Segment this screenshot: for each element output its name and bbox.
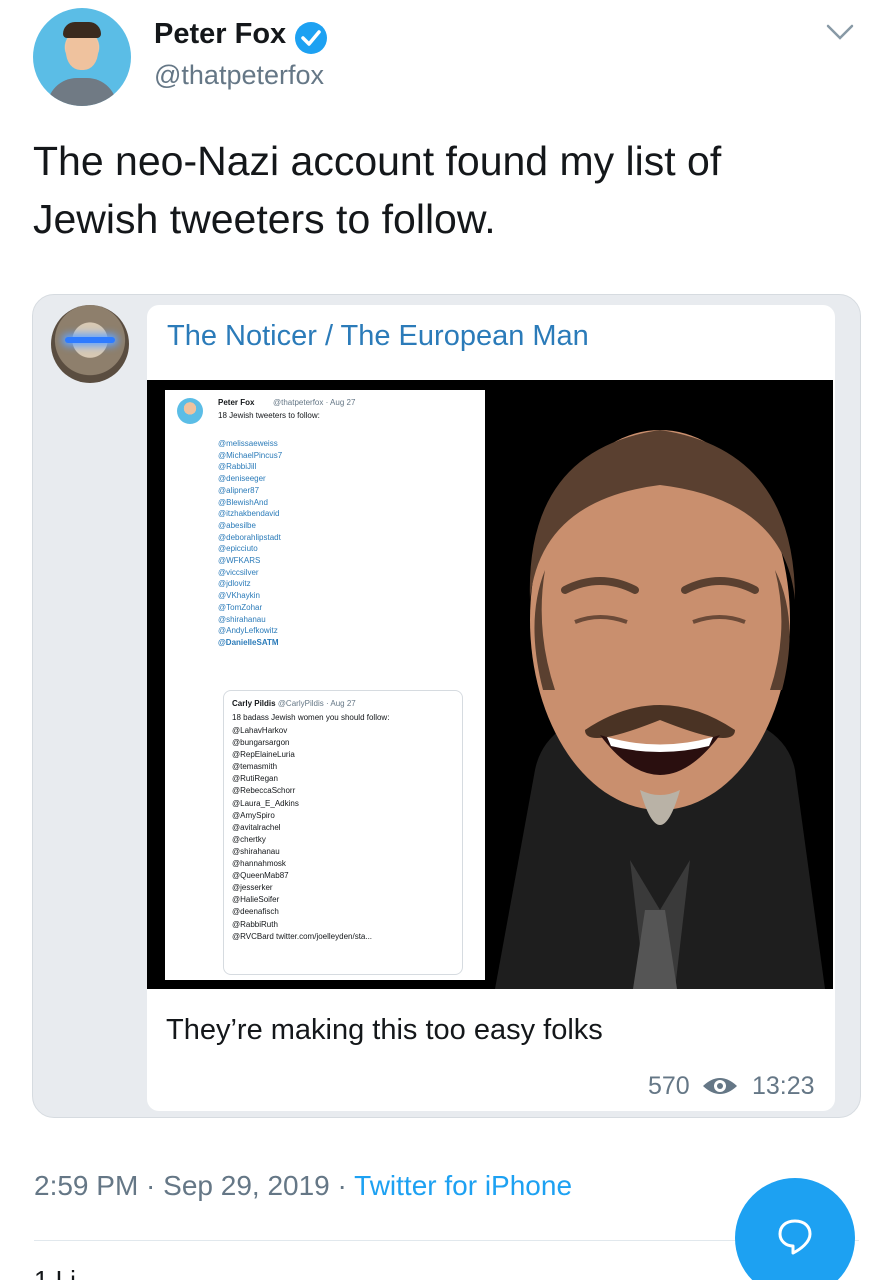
- author-handle[interactable]: @thatpeterfox: [154, 60, 324, 91]
- laughing-man-photo: [495, 430, 825, 989]
- avatar-shirt: [47, 78, 117, 106]
- embedded-handle: @thatpeterfox · Aug 27: [273, 398, 356, 407]
- list-item: @WFKARS: [218, 556, 261, 566]
- embedded-quoted-tweet: Carly Pildis @CarlyPildis · Aug 27 18 ba…: [223, 690, 463, 975]
- quote-text: They’re making this too easy folks: [166, 1014, 603, 1046]
- chevron-down-icon[interactable]: [820, 18, 860, 48]
- embedded-quoted-text: 18 badass Jewish women you should follow…: [232, 713, 390, 722]
- list-item: @abesilbe: [218, 520, 256, 530]
- eye-icon: [703, 1078, 737, 1094]
- tweet-source-link[interactable]: Twitter for iPhone: [354, 1170, 572, 1201]
- list-item: @temasmith: [232, 762, 278, 772]
- tweet-text: The neo-Nazi account found my list of Je…: [33, 138, 722, 242]
- views-count: 570: [648, 1072, 690, 1100]
- list-item: @LahavHarkov: [232, 726, 288, 735]
- verified-badge-icon: [295, 22, 327, 54]
- embedded-quoted-header: Carly Pildis @CarlyPildis · Aug 27: [232, 699, 356, 708]
- list-item: @RVCBard twitter.com/joelleyden/sta...: [232, 931, 373, 941]
- list-item: @alipner87: [218, 485, 260, 495]
- list-item: @HalieSoifer: [232, 895, 280, 905]
- quote-author-name[interactable]: The Noticer / The European Man: [167, 320, 589, 353]
- quote-post-time: 13:23: [752, 1072, 815, 1100]
- list-item: @VKhaykin: [218, 591, 260, 601]
- list-item: @hannahmosk: [232, 859, 286, 869]
- embedded-avatar: [177, 398, 203, 424]
- list-item: @epicciuto: [218, 544, 258, 554]
- list-item: @itzhakbendavid: [218, 509, 280, 519]
- list-item: @avitalrachel: [232, 822, 281, 832]
- tweet-timestamp: 2:59 PM · Sep 29, 2019 ·: [34, 1170, 355, 1201]
- list-item: @deborahlipstadt: [218, 532, 281, 542]
- list-item: @RabbiRuth: [232, 919, 278, 929]
- glowing-eyes: [65, 337, 115, 343]
- list-item: @shirahanau: [218, 614, 266, 624]
- embedded-text: 18 Jewish tweeters to follow:: [218, 411, 320, 420]
- author-name[interactable]: Peter Fox: [154, 18, 286, 51]
- list-item: @MichaelPincus7: [218, 450, 283, 460]
- quote-author-avatar[interactable]: [51, 305, 129, 383]
- list-item: @jdlovitz: [218, 579, 251, 589]
- list-item: @QueenMab87: [232, 871, 289, 881]
- list-item: @RabbiJill: [218, 462, 257, 472]
- reply-icon: [778, 1219, 812, 1255]
- avatar-hair: [63, 22, 101, 38]
- author-avatar[interactable]: [33, 8, 131, 106]
- list-item: @BlewishAnd: [218, 497, 268, 507]
- tweet-timestamp-row: 2:59 PM · Sep 29, 2019 · Twitter for iPh…: [34, 1170, 572, 1202]
- list-item: @jesserker: [232, 883, 273, 893]
- embedded-tweet-screenshot: Peter Fox @thatpeterfox · Aug 27 18 Jewi…: [165, 390, 485, 980]
- list-item: @viccsilver: [218, 567, 259, 577]
- list-item: @TomZohar: [218, 602, 263, 612]
- list-item: @deenafisch: [232, 907, 279, 917]
- embedded-quoted-handle: @CarlyPildis · Aug 27: [277, 699, 356, 708]
- list-item: @RutiRegan: [232, 774, 278, 784]
- list-item: @AndyLefkowitz: [218, 626, 278, 636]
- list-item: @shirahanau: [232, 846, 280, 856]
- embedded-quoted-name: Carly Pildis: [232, 699, 276, 708]
- list-item: @melissaeweiss: [218, 439, 278, 448]
- quote-media[interactable]: Peter Fox @thatpeterfox · Aug 27 18 Jewi…: [147, 380, 833, 989]
- list-item: @Laura_E_Adkins: [232, 798, 299, 808]
- reply-button[interactable]: [735, 1178, 855, 1280]
- list-item: @DanielleSATM: [218, 637, 279, 647]
- list-item: @AmySpiro: [232, 810, 275, 820]
- list-item: @chertky: [232, 834, 266, 844]
- embedded-handle-list: @melissaeweiss @MichaelPincus7 @RabbiJil…: [218, 438, 282, 649]
- list-item: @RebeccaSchorr: [232, 786, 296, 796]
- embedded-author-name: Peter Fox: [218, 398, 255, 407]
- tweet-header: Peter Fox @thatpeterfox: [0, 0, 893, 120]
- list-item: @bungarsargon: [232, 738, 290, 748]
- likes-row-partial: 1 Li: [34, 1265, 76, 1280]
- list-item: @RepElaineLuria: [232, 750, 295, 760]
- embedded-quoted-handle-list: @LahavHarkov @bungarsargon @RepElaineLur…: [232, 725, 372, 943]
- list-item: @deniseeger: [218, 474, 266, 484]
